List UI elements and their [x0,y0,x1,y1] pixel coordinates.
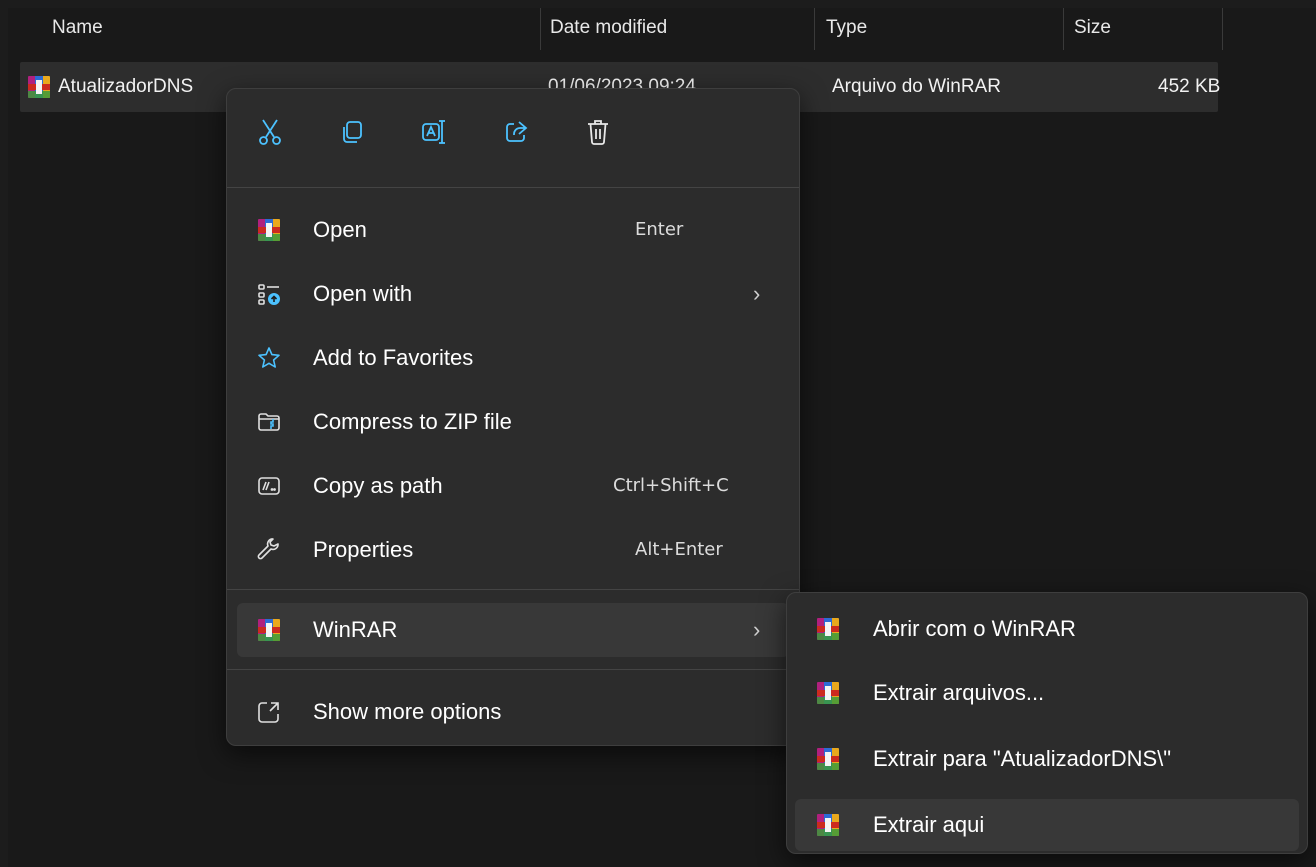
column-name[interactable]: Name [52,8,103,52]
winrar-icon [257,218,281,242]
menu-item-label: Add to Favorites [313,345,474,370]
rename-button[interactable] [411,109,457,155]
menu-item-shortcut: Enter [635,219,684,240]
rename-icon [422,120,445,144]
winrar-submenu: Abrir com o WinRAR Extrair arquivos... E… [786,592,1308,854]
submenu-item-extrair-aqui[interactable]: Extrair aqui [795,799,1299,851]
submenu-item-abrir[interactable]: Abrir com o WinRAR [795,603,1299,655]
column-type[interactable]: Type [826,8,867,52]
context-menu: Open Enter Open with › Add to Favorites [226,88,800,746]
column-separator[interactable] [1063,8,1064,50]
menu-item-add-to-favorites[interactable]: Add to Favorites [237,331,789,385]
column-separator[interactable] [540,8,541,50]
zip-folder-icon [257,410,281,434]
menu-item-shortcut: Alt+Enter [635,539,723,560]
menu-item-label: Open [313,217,367,242]
menu-item-copy-as-path[interactable]: Copy as path Ctrl+Shift+C [237,459,789,513]
menu-item-compress-zip[interactable]: Compress to ZIP file [237,395,789,449]
submenu-item-label: Extrair para "AtualizadorDNS\" [873,746,1172,771]
chevron-right-icon: › [753,617,761,642]
delete-button[interactable] [575,109,621,155]
file-type: Arquivo do WinRAR [832,76,1001,97]
menu-item-shortcut: Ctrl+Shift+C [613,475,729,496]
menu-item-show-more-options[interactable]: Show more options [237,685,789,739]
menu-item-label: Compress to ZIP file [313,409,512,434]
winrar-icon [817,682,839,704]
menu-item-label: Copy as path [313,473,443,498]
submenu-item-label: Extrair arquivos... [873,680,1045,705]
cut-icon [259,119,281,145]
menu-separator [227,589,799,590]
winrar-icon [28,76,50,98]
column-separator[interactable] [814,8,815,50]
submenu-item-extrair-arquivos[interactable]: Extrair arquivos... [795,667,1299,719]
menu-item-label: Properties [313,537,414,562]
menu-separator [227,187,799,188]
show-more-options-icon [257,700,281,724]
menu-separator [227,669,799,670]
winrar-icon [257,618,281,642]
submenu-item-label: Extrair aqui [873,812,985,837]
menu-item-open[interactable]: Open Enter [237,203,789,257]
share-icon [506,121,528,142]
file-name: AtualizadorDNS [58,76,194,97]
menu-item-label: WinRAR [313,617,398,642]
file-size: 452 KB [1158,76,1221,97]
menu-item-open-with[interactable]: Open with › [237,267,789,321]
copy-button[interactable] [329,109,375,155]
cut-button[interactable] [247,109,293,155]
open-with-icon [257,282,281,306]
menu-item-properties[interactable]: Properties Alt+Enter [237,523,789,577]
menu-item-label: Open with [313,281,413,306]
menu-item-label: Show more options [313,699,502,724]
winrar-icon [817,814,839,836]
share-button[interactable] [493,109,539,155]
winrar-icon [817,748,839,770]
column-separator[interactable] [1222,8,1223,50]
column-date-modified[interactable]: Date modified [550,8,667,52]
submenu-item-extrair-para[interactable]: Extrair para "AtualizadorDNS\" [795,733,1299,785]
winrar-icon [817,618,839,640]
submenu-item-label: Abrir com o WinRAR [873,616,1076,641]
delete-icon [588,120,608,145]
chevron-right-icon: › [753,281,761,306]
star-icon [257,346,281,370]
copy-icon [343,121,362,143]
column-size[interactable]: Size [1074,8,1111,52]
wrench-icon [257,538,281,562]
copy-path-icon [257,474,281,498]
menu-item-winrar[interactable]: WinRAR › [237,603,789,657]
column-header: Name Date modified Type Size [8,8,1316,52]
